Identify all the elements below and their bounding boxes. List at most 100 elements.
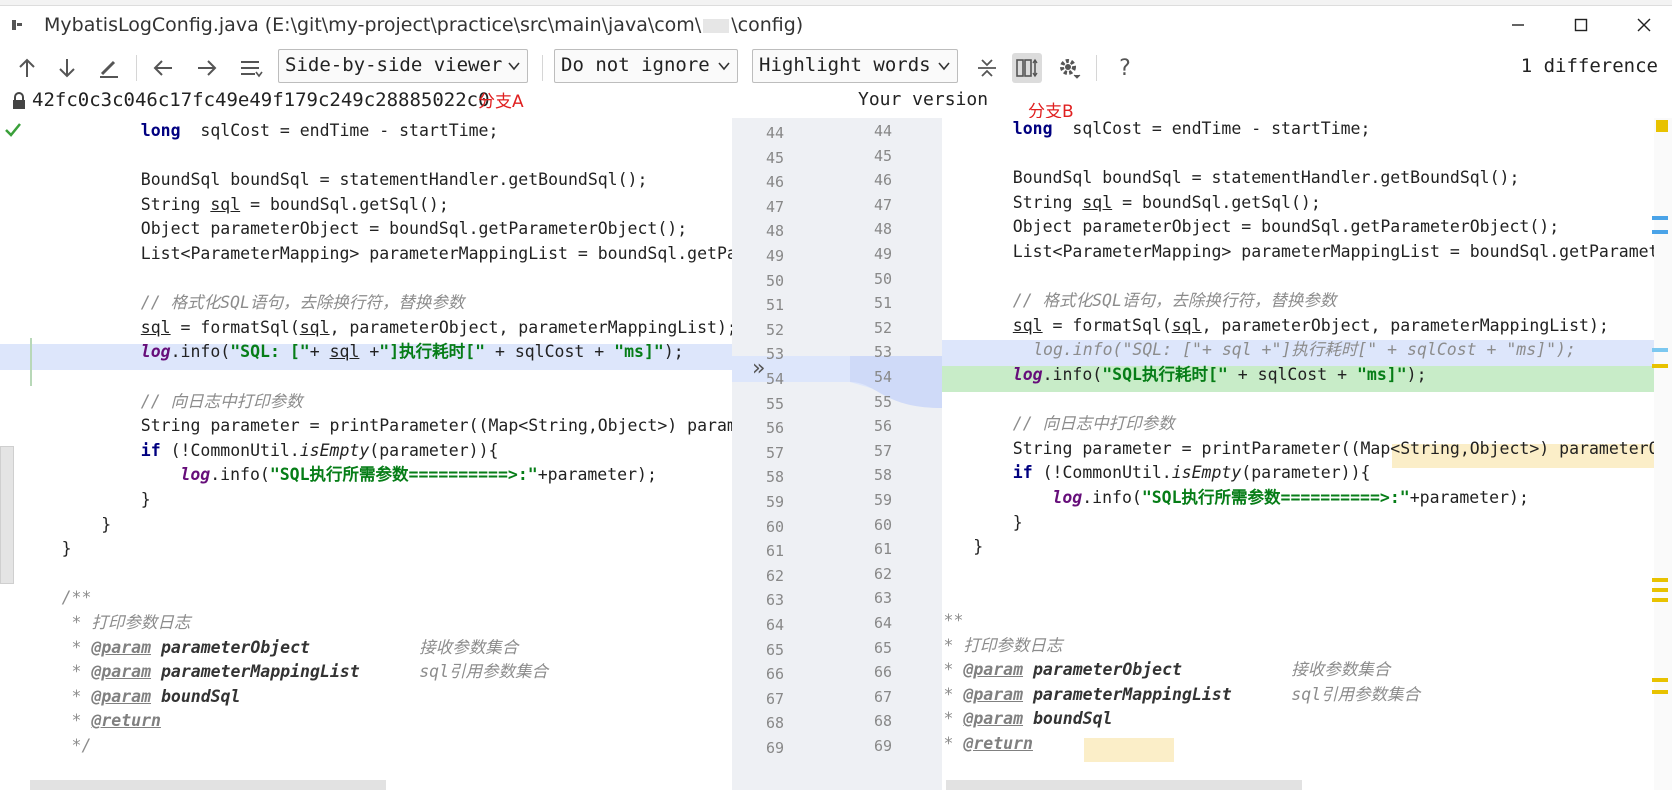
highlight-mode-value: Highlight words [759, 54, 931, 76]
code-token: isEmpty [1171, 463, 1242, 483]
chevron-down-icon [508, 62, 520, 71]
right-pane-title: Your version [858, 89, 989, 110]
code-token: @return [91, 711, 161, 731]
arrow-left-icon [153, 60, 172, 76]
code-token: "SQL执行所需参数==========>:" [1141, 488, 1410, 507]
code-token: sqlCost = endTime - startTime; [1052, 119, 1371, 138]
line-number: 54 [765, 370, 784, 388]
settings-button[interactable] [1054, 53, 1084, 83]
line-number: 63 [873, 589, 892, 608]
line-number: 53 [765, 345, 784, 364]
code-line: String sql = boundSql.getSql(); [1013, 190, 1321, 216]
code-line: /** [942, 608, 963, 634]
line-number: 61 [873, 540, 892, 559]
code-token: } [61, 539, 72, 559]
line-number: 65 [765, 640, 784, 659]
code-token: sql [299, 317, 330, 337]
line-number: 51 [765, 296, 784, 315]
line-number: 55 [765, 394, 784, 413]
code-token: } [1012, 512, 1023, 532]
maximize-icon [1574, 18, 1588, 32]
help-button[interactable]: ? [1110, 53, 1140, 83]
code-token: // 向日志中打印参数 [1012, 414, 1175, 434]
minimize-button[interactable] [1495, 10, 1541, 40]
stripe-mark [1652, 588, 1668, 592]
code-token: @return [963, 734, 1033, 753]
code-token: "SQL执行所需参数==========>:" [269, 465, 538, 485]
code-line: * @param boundSql [942, 706, 1113, 732]
highlight-mode-dropdown[interactable]: Highlight words [752, 49, 958, 83]
code-token: (parameter)){ [369, 440, 499, 460]
code-token: .info( [210, 465, 270, 485]
code-line: * @param parameterObject 接收参数集合 [62, 635, 519, 661]
previous-file-button[interactable] [148, 53, 178, 83]
code-line: if (!CommonUtil.isEmpty(parameter)){ [1013, 460, 1371, 486]
viewer-mode-dropdown[interactable]: Side-by-side viewer [278, 49, 528, 83]
line-number: 48 [765, 222, 784, 241]
arrow-down-icon [59, 59, 75, 78]
left-vertical-scrollbar[interactable] [0, 446, 14, 584]
stripe-mark [1652, 364, 1668, 368]
close-button[interactable] [1621, 10, 1667, 40]
collapse-unchanged-button[interactable] [972, 53, 1002, 83]
code-line: // 向日志中打印参数 [1013, 411, 1175, 437]
left-editor-pane[interactable]: long sqlCost = endTime - startTime; Bound… [0, 118, 732, 790]
sync-scroll-icon [1016, 58, 1038, 78]
next-difference-button[interactable] [52, 53, 82, 83]
code-token: sql引用参数集合 [1231, 684, 1421, 704]
ignore-whitespace-dropdown[interactable]: Do not ignore [554, 49, 738, 83]
line-number: 58 [873, 466, 892, 485]
file-list-button[interactable] [236, 53, 266, 83]
code-line: } [973, 534, 983, 560]
line-number: 55 [873, 392, 892, 411]
right-horizontal-scrollbar[interactable] [946, 780, 1302, 790]
line-number: 46 [873, 171, 892, 190]
edit-source-button[interactable] [94, 53, 124, 83]
code-line: log.info("SQL: ["+ sql +"]执行耗时[" + sqlCo… [141, 339, 684, 365]
code-line: * @return [62, 708, 161, 734]
line-number: 57 [873, 441, 892, 460]
line-number: 50 [765, 271, 784, 290]
code-token: "SQL执行耗时[" [1102, 365, 1228, 384]
code-token: + sqlCost + [1227, 365, 1357, 384]
code-line: Object parameterObject = boundSql.getPar… [1013, 214, 1559, 240]
code-token: @param [91, 662, 152, 682]
code-line: * @param parameterMappingList sql引用参数集合 [942, 682, 1421, 708]
line-number: 48 [873, 220, 892, 239]
code-token: log [1012, 365, 1043, 384]
stripe-mark [1652, 678, 1668, 682]
code-line: } [62, 536, 72, 562]
code-line: } [101, 512, 111, 538]
right-editor-pane[interactable]: long sqlCost = endTime - startTime; Bound… [942, 118, 1672, 790]
code-token: "ms]" [614, 342, 664, 362]
code-line: */ [62, 733, 92, 759]
left-horizontal-scrollbar[interactable] [30, 780, 386, 790]
sync-scroll-toggle[interactable] [1012, 53, 1042, 83]
code-token: parameterMappingList [160, 662, 360, 682]
code-token: = boundSql.getSql(); [240, 194, 449, 214]
previous-difference-button[interactable] [12, 53, 42, 83]
code-line: long sqlCost = endTime - startTime; [1013, 118, 1371, 142]
code-token: * [61, 711, 92, 731]
code-token: long [1012, 119, 1053, 138]
code-line: log.info("SQL执行所需参数==========>:"+paramet… [1052, 485, 1529, 511]
code-token: (!CommonUtil. [160, 440, 300, 460]
code-token: * [61, 686, 92, 706]
code-token: @param [963, 709, 1024, 729]
code-token: sqlCost = endTime - startTime; [180, 121, 499, 140]
stripe-mark [1652, 348, 1668, 352]
code-token: .info( [170, 342, 231, 362]
status-marker [1656, 120, 1668, 132]
maximize-button[interactable] [1558, 10, 1604, 40]
difference-count: 1 difference [1520, 55, 1658, 77]
code-line: String parameter = printParameter((Map<S… [141, 413, 732, 439]
stripe-mark [1652, 690, 1668, 694]
next-file-button[interactable] [192, 53, 222, 83]
line-number: 53 [873, 343, 892, 362]
code-token: sql引用参数集合 [359, 662, 549, 682]
code-token: 接收参数集合 [309, 637, 519, 657]
code-token: * [943, 734, 954, 753]
line-number: 69 [873, 737, 892, 755]
line-number: 60 [765, 517, 784, 536]
